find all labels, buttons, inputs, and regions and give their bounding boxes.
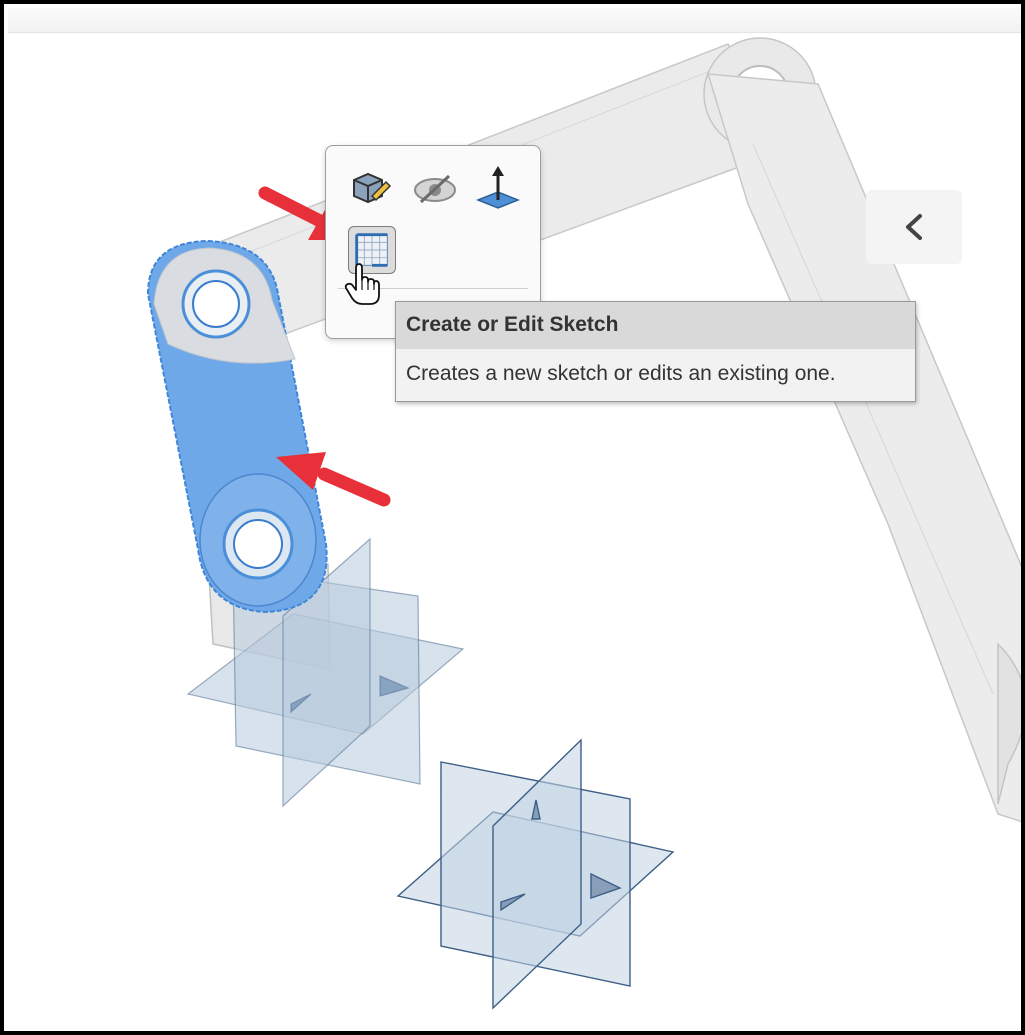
chevron-left-icon xyxy=(906,214,922,240)
normal-to-icon xyxy=(475,166,521,209)
toolbar-divider xyxy=(338,288,528,289)
edit-part-button[interactable] xyxy=(346,164,394,212)
hide-button[interactable] xyxy=(411,164,459,212)
tooltip-title: Create or Edit Sketch xyxy=(396,302,915,349)
hide-icon xyxy=(414,174,456,204)
collapse-panel-tab[interactable] xyxy=(866,190,962,264)
sketch-icon xyxy=(355,233,388,267)
reference-planes-2 xyxy=(396,738,675,1010)
normal-to-button[interactable] xyxy=(474,164,522,212)
top-strip xyxy=(8,8,1021,33)
tooltip: Create or Edit Sketch Creates a new sket… xyxy=(395,301,916,402)
screenshot-frame: Create or Edit Sketch Creates a new sket… xyxy=(0,0,1025,1035)
sketch-button[interactable] xyxy=(348,226,396,274)
ghost-link-right xyxy=(706,73,1021,823)
edit-part-icon xyxy=(353,172,392,204)
tooltip-description: Creates a new sketch or edits an existin… xyxy=(406,362,836,385)
